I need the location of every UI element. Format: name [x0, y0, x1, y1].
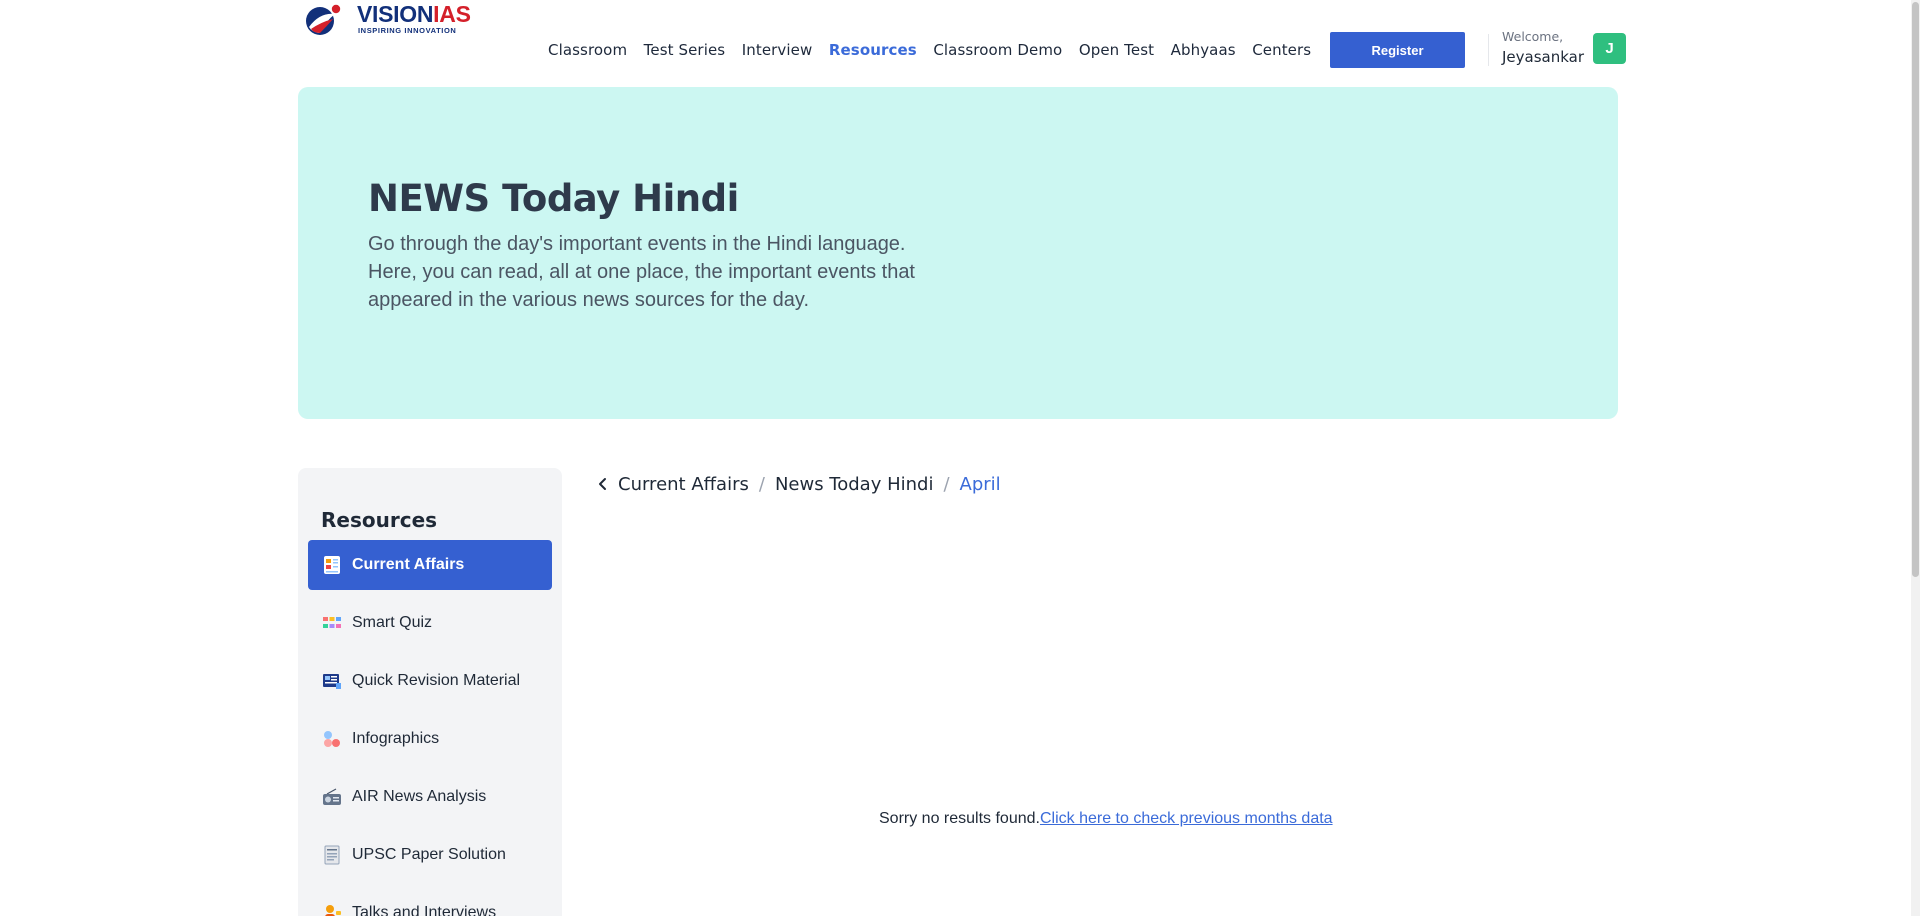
- nav-item-centers[interactable]: Centers: [1252, 41, 1311, 59]
- nav-item-abhyaas[interactable]: Abhyaas: [1171, 41, 1236, 59]
- page-scrollbar[interactable]: [1911, 0, 1920, 916]
- current-affairs-icon: [324, 556, 340, 574]
- brand-name-part1: VISION: [357, 1, 434, 27]
- smart-quiz-icon: [323, 617, 341, 628]
- sidebar-item-label: Quick Revision Material: [352, 672, 521, 689]
- breadcrumb-separator: /: [758, 473, 765, 495]
- sidebar-title: Resources: [321, 508, 438, 532]
- site-header: VISIONIAS INSPIRING INNOVATION Classroom…: [0, 0, 1920, 80]
- sidebar-item-label: Current Affairs: [352, 556, 465, 573]
- nav-item-resources[interactable]: Resources: [829, 41, 917, 59]
- sidebar-item-smart-quiz[interactable]: Smart Quiz: [308, 598, 552, 648]
- header-divider: [1488, 34, 1489, 66]
- no-results-message: Sorry no results found.: [879, 810, 1040, 827]
- previous-months-link[interactable]: Click here to check previous months data: [1040, 810, 1333, 827]
- nav-item-interview[interactable]: Interview: [742, 41, 813, 59]
- brand-logo[interactable]: VISIONIAS INSPIRING INNOVATION: [305, 0, 475, 40]
- sidebar-item-current-affairs[interactable]: Current Affairs: [308, 540, 552, 590]
- breadcrumb-current-affairs[interactable]: Current Affairs: [618, 474, 749, 495]
- resources-sidebar: Resources Current Affairs Smart Quiz Qui…: [298, 468, 562, 916]
- brand-name: VISIONIAS: [357, 1, 471, 28]
- breadcrumb-separator: /: [943, 473, 950, 495]
- sidebar-item-air-news[interactable]: AIR News Analysis: [308, 772, 552, 822]
- sidebar-item-talks-interviews[interactable]: Talks and Interviews: [308, 888, 552, 916]
- sidebar-item-label: UPSC Paper Solution: [352, 846, 506, 863]
- vision-ias-logo-icon: [306, 4, 341, 35]
- breadcrumb-news-today-hindi[interactable]: News Today Hindi: [775, 474, 934, 495]
- main-nav: Classroom Test Series Interview Resource…: [548, 38, 1328, 62]
- brand-name-part2: IAS: [433, 1, 471, 27]
- user-name[interactable]: Jeyasankar: [1502, 48, 1584, 66]
- nav-item-classroom[interactable]: Classroom: [548, 41, 627, 59]
- sidebar-item-infographics[interactable]: Infographics: [308, 714, 552, 764]
- nav-item-test-series[interactable]: Test Series: [644, 41, 726, 59]
- nav-item-classroom-demo[interactable]: Classroom Demo: [933, 41, 1062, 59]
- breadcrumb-current-month: April: [959, 473, 1001, 495]
- register-button[interactable]: Register: [1330, 32, 1465, 68]
- sidebar-item-label: AIR News Analysis: [352, 788, 487, 805]
- paper-icon: [324, 845, 340, 865]
- talks-icon: [325, 905, 341, 916]
- brand-tagline: INSPIRING INNOVATION: [358, 26, 457, 35]
- chevron-left-icon[interactable]: [596, 477, 610, 491]
- radio-icon: [323, 788, 341, 805]
- sidebar-item-label: Smart Quiz: [352, 614, 433, 631]
- welcome-text: Welcome,: [1502, 29, 1564, 44]
- hero-banner: NEWS Today Hindi Go through the day's im…: [298, 87, 1618, 419]
- empty-results: Sorry no results found.Click here to che…: [879, 810, 1333, 828]
- sidebar-item-quick-revision[interactable]: Quick Revision Material: [308, 656, 552, 706]
- avatar[interactable]: J: [1593, 33, 1626, 64]
- sidebar-item-upsc-paper[interactable]: UPSC Paper Solution: [308, 830, 552, 880]
- page-title: NEWS Today Hindi: [368, 177, 739, 220]
- nav-item-open-test[interactable]: Open Test: [1079, 41, 1154, 59]
- page-description: Go through the day's important events in…: [368, 233, 915, 311]
- sidebar-item-label: Talks and Interviews: [352, 904, 497, 916]
- scrollbar-thumb[interactable]: [1912, 2, 1919, 577]
- breadcrumb: Current Affairs / News Today Hindi / Apr…: [596, 471, 1001, 497]
- infographics-icon: [324, 731, 340, 747]
- sidebar-item-label: Infographics: [352, 730, 440, 747]
- revision-icon: [323, 674, 341, 689]
